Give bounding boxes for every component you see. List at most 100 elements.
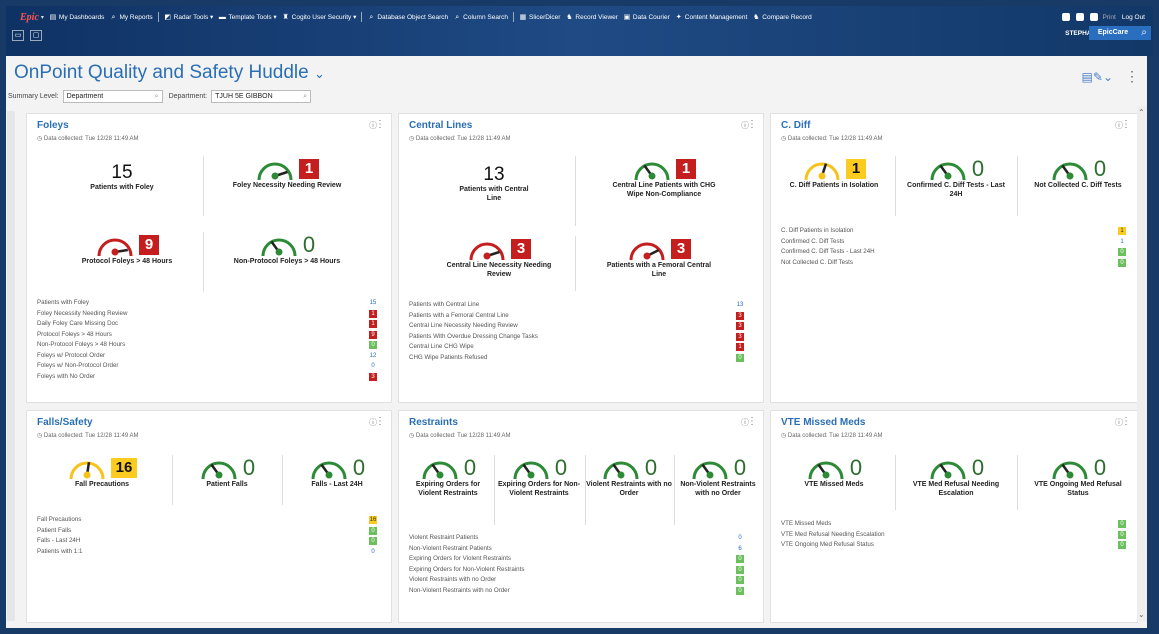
metric-row[interactable]: Foley Necessity Needing Review 1 (37, 309, 377, 320)
metric-row[interactable]: Daily Foley Care Missing Doc 1 (37, 319, 377, 330)
tile-vte-refusal-escalation[interactable]: 0 VTE Med Refusal Needing Escalation (901, 455, 1011, 498)
search-icon[interactable]: ⌕ (303, 91, 307, 102)
metric-row[interactable]: Violent Restraint Patients 0 (409, 533, 744, 544)
metric-value[interactable]: 16 (369, 516, 377, 524)
menu-column-search[interactable]: ⌕ Column Search (453, 14, 508, 21)
card-title[interactable]: Restraints (409, 417, 458, 428)
metric-row[interactable]: Falls - Last 24H 0 (37, 536, 377, 547)
tile-confirmed-c-diff[interactable]: 0 Confirmed C. Diff Tests - Last 24H (901, 156, 1011, 199)
tile-vte-ongoing-refusal[interactable]: 0 VTE Ongoing Med Refusal Status (1023, 455, 1133, 498)
tile-patients-with-central-line[interactable]: 13 Patients with Central Line (419, 164, 569, 203)
epic-menu-caret[interactable]: ▾ (41, 14, 44, 21)
metric-row[interactable]: Patients with Foley 15 (37, 298, 377, 309)
metric-row[interactable]: Confirmed C. Diff Tests - Last 24H 0 (781, 247, 1126, 258)
metric-value[interactable]: 6 (736, 545, 744, 553)
metric-value[interactable]: 0 (369, 548, 377, 556)
metric-value[interactable]: 0 (369, 341, 377, 349)
metric-value[interactable]: 0 (736, 576, 744, 584)
menu-template-tools[interactable]: ▬ Template Tools ▾ (218, 13, 277, 22)
tile-protocol-foleys[interactable]: 9 Protocol Foleys > 48 Hours (57, 232, 197, 267)
metric-row[interactable]: Fall Precautions 16 (37, 515, 377, 526)
metric-value[interactable]: 0 (369, 537, 377, 545)
vertical-scrollbar[interactable]: ⌃ ⌄ (1137, 106, 1147, 621)
metric-value[interactable]: 9 (369, 330, 377, 339)
metric-row[interactable]: Patients with 1:1 0 (37, 547, 377, 558)
tile-not-collected-c-diff[interactable]: 0 Not Collected C. Diff Tests (1023, 156, 1133, 191)
card-title[interactable]: C. Diff (781, 120, 810, 131)
metric-value[interactable]: 3 (736, 311, 744, 320)
tile-non-protocol-foleys[interactable]: 0 Non-Protocol Foleys > 48 Hours (212, 232, 362, 267)
tile-vte-missed-meds[interactable]: 0 VTE Missed Meds (779, 455, 889, 490)
metric-value[interactable]: 0 (1118, 248, 1126, 256)
metric-row[interactable]: Protocol Foleys > 48 Hours 9 (37, 330, 377, 341)
metric-row[interactable]: Not Collected C. Diff Tests 0 (781, 258, 1126, 269)
page-title[interactable]: OnPoint Quality and Safety Huddle ⌄ (14, 62, 325, 84)
metric-row[interactable]: Confirmed C. Diff Tests 1 (781, 237, 1126, 248)
menu-record-viewer[interactable]: ♞ Record Viewer (565, 14, 618, 21)
metric-value[interactable]: 0 (369, 362, 377, 370)
card-title[interactable]: Central Lines (409, 120, 472, 131)
search-icon[interactable]: ⌕ (1137, 26, 1151, 40)
scroll-up-icon[interactable]: ⌃ (1138, 108, 1145, 117)
metric-value[interactable]: 1 (736, 343, 744, 351)
more-options-icon[interactable]: ⋮ (1121, 416, 1131, 427)
tile-foley-necessity[interactable]: 1 Foley Necessity Needing Review (212, 156, 362, 191)
metric-row[interactable]: Foleys w/ Protocol Order 12 (37, 351, 377, 362)
card-title[interactable]: VTE Missed Meds (781, 417, 865, 428)
metric-row[interactable]: Patients with a Femoral Central Line 3 (409, 311, 744, 322)
metric-value[interactable]: 3 (369, 372, 377, 381)
metric-value[interactable]: 0 (1118, 258, 1126, 267)
metric-row[interactable]: Foleys with No Order 3 (37, 372, 377, 383)
tile-non-violent-no-order[interactable]: 0 Non-Violent Restraints with no Order (675, 455, 761, 498)
search-icon[interactable]: ⌕ (155, 91, 159, 102)
menu-content-management[interactable]: ✦ Content Management (675, 14, 747, 21)
metric-row[interactable]: CHG Wipe Patients Refused 0 (409, 353, 744, 364)
metric-value[interactable]: 1 (369, 309, 377, 318)
metric-value[interactable]: 0 (736, 353, 744, 362)
wrench-icon[interactable] (1076, 13, 1085, 21)
tile-central-line-necessity[interactable]: 3 Central Line Necessity Needing Review (429, 236, 569, 279)
tile-expiring-non-violent[interactable]: 0 Expiring Orders for Non-Violent Restrai… (495, 455, 583, 498)
metric-row[interactable]: Patients With Overdue Dressing Change Ta… (409, 332, 744, 343)
summary-level-field[interactable]: Department ⌕ (62, 90, 163, 103)
more-options-icon[interactable]: ⋮ (747, 119, 757, 130)
printer-icon[interactable] (1062, 13, 1071, 21)
metric-value[interactable]: 12 (369, 352, 377, 360)
tile-patients-with-foley[interactable]: 15 Patients with Foley (47, 162, 197, 193)
card-title[interactable]: Foleys (37, 120, 69, 131)
tile-falls-last-24h[interactable]: 0 Falls - Last 24H (287, 455, 387, 490)
metric-value[interactable]: 3 (736, 332, 744, 341)
menu-my-reports[interactable]: ⌕ My Reports (109, 14, 152, 21)
epic-logo[interactable]: Epic (20, 12, 39, 23)
metric-row[interactable]: VTE Missed Meds 0 (781, 519, 1126, 530)
metric-value[interactable]: 0 (736, 565, 744, 574)
metric-row[interactable]: VTE Med Refusal Needing Escalation 0 (781, 530, 1126, 541)
tile-patient-falls[interactable]: 0 Patient Falls (177, 455, 277, 490)
menu-data-courier[interactable]: ▣ Data Courier (623, 14, 670, 21)
department-field[interactable]: TJUH 5E GIBBON ⌕ (211, 90, 312, 103)
tile-c-diff-isolation[interactable]: 1 C. Diff Patients in Isolation (779, 156, 889, 191)
home-icon[interactable]: ▭ (12, 29, 24, 41)
metric-value[interactable]: 3 (736, 322, 744, 330)
metric-row[interactable]: Non-Protocol Foleys > 48 Hours 0 (37, 340, 377, 351)
more-options-icon[interactable]: ⋮ (1125, 68, 1139, 85)
menu-radar-tools[interactable]: ◩ Radar Tools ▾ (164, 13, 213, 22)
metric-row[interactable]: Central Line Necessity Needing Review 3 (409, 321, 744, 332)
metric-value[interactable]: 0 (369, 526, 377, 535)
metric-value[interactable]: 1 (1118, 227, 1126, 235)
more-options-icon[interactable]: ⋮ (747, 416, 757, 427)
metric-value[interactable]: 0 (1118, 520, 1126, 528)
more-options-icon[interactable]: ⋮ (1121, 119, 1131, 130)
metric-value[interactable]: 1 (369, 320, 377, 328)
tile-femoral-central-line[interactable]: 3 Patients with a Femoral Central Line (584, 236, 734, 279)
metric-row[interactable]: Expiring Orders for Violent Restraints 0 (409, 554, 744, 565)
menu-cogito-security[interactable]: ♜ Cogito User Security ▾ (282, 13, 357, 22)
metric-value[interactable]: 15 (369, 299, 377, 307)
menu-compare-record[interactable]: ♞ Compare Record (752, 14, 812, 21)
tile-chg-wipe-non-compliance[interactable]: 1 Central Line Patients with CHG Wipe Non… (584, 156, 744, 199)
metric-row[interactable]: Central Line CHG Wipe 1 (409, 342, 744, 353)
metric-value[interactable]: 13 (736, 301, 744, 309)
metric-value[interactable]: 0 (1118, 541, 1126, 549)
card-title[interactable]: Falls/Safety (37, 417, 93, 428)
edit-layout-icon[interactable]: ▤✎⌄ (1082, 70, 1113, 84)
